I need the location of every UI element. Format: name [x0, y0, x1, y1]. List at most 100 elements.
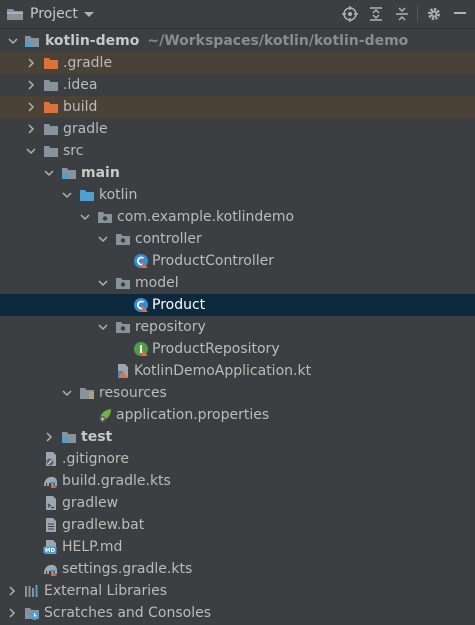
tree-item-label: HELP.md [62, 539, 123, 555]
kotlin-interface-icon [134, 342, 148, 356]
chevron-right-icon[interactable] [6, 585, 18, 597]
chevron-down-icon[interactable] [97, 277, 109, 289]
source-folder-icon [80, 190, 94, 201]
header-separator [417, 6, 418, 22]
tree-item-src[interactable]: src [0, 140, 475, 162]
tree-item-gradlew[interactable]: gradlew [0, 492, 475, 514]
tree-item-label: settings.gradle.kts [62, 561, 193, 577]
package-icon [116, 322, 130, 333]
tree-item-repository[interactable]: repository [0, 316, 475, 338]
tree-item-label: test [81, 429, 113, 445]
tree-item-gradle[interactable]: gradle [0, 118, 475, 140]
chevron-down-icon[interactable] [25, 145, 37, 157]
collapse-all-icon[interactable] [394, 6, 410, 22]
tree-item-label: application.properties [116, 407, 270, 423]
tree-item-build-gradle-kts[interactable]: build.gradle.kts [0, 470, 475, 492]
tree-item-label: .idea [63, 77, 98, 93]
module-folder-icon [62, 168, 76, 179]
gradle-kotlin-script-icon [44, 476, 57, 488]
project-view-selector[interactable]: Project [6, 4, 94, 24]
tree-item-help-md[interactable]: MD HELP.md [0, 536, 475, 558]
tree-item-label: resources [99, 385, 167, 401]
expand-all-icon[interactable] [368, 6, 384, 22]
tree-item-test[interactable]: test [0, 426, 475, 448]
tree-item-kotlin-demo[interactable]: kotlin-demo ~/Workspaces/kotlin/kotlin-de… [0, 30, 475, 52]
tree-item-kotlin-demo-application[interactable]: KotlinDemoApplication.kt [0, 360, 475, 382]
kotlin-file-icon [118, 364, 128, 378]
project-icon [7, 9, 23, 20]
tree-item-label: ProductController [152, 253, 275, 269]
chevron-down-icon[interactable] [79, 211, 91, 223]
package-icon [98, 212, 112, 223]
tree-item-label: build.gradle.kts [62, 473, 171, 489]
svg-text:MD: MD [45, 548, 55, 554]
tree-item-external-libraries[interactable]: External Libraries [0, 580, 475, 602]
kotlin-class-icon [134, 254, 148, 268]
tree-item-label: gradlew [62, 495, 119, 511]
tree-item-settings-gradle-kts[interactable]: settings.gradle.kts [0, 558, 475, 580]
tree-item-application-properties[interactable]: application.properties [0, 404, 475, 426]
chevron-down-icon[interactable] [7, 35, 19, 47]
chevron-right-icon[interactable] [6, 607, 18, 619]
tree-item-gitignore[interactable]: .gitignore [0, 448, 475, 470]
tree-item-product[interactable]: Product [0, 294, 475, 316]
tree-item-label: gradlew.bat [62, 517, 145, 533]
tree-item-kotlin[interactable]: kotlin [0, 184, 475, 206]
chevron-down-icon [83, 11, 94, 17]
tree-item-idea[interactable]: .idea [0, 74, 475, 96]
tree-item-product-repository[interactable]: ProductRepository [0, 338, 475, 360]
resources-folder-icon [80, 388, 94, 399]
chevron-right-icon[interactable] [25, 123, 37, 135]
project-view-title: Project [30, 6, 78, 22]
chevron-down-icon[interactable] [43, 167, 55, 179]
tree-item-label: kotlin [99, 187, 138, 203]
folder-icon [44, 124, 58, 135]
libraries-icon [25, 585, 38, 597]
tree-item-model[interactable]: model [0, 272, 475, 294]
tree-item-gradlew-bat[interactable]: gradlew.bat [0, 514, 475, 536]
tree-item-package[interactable]: com.example.kotlindemo [0, 206, 475, 228]
text-file-icon [46, 518, 56, 532]
tree-item-product-controller[interactable]: ProductController [0, 250, 475, 272]
chevron-down-icon[interactable] [61, 189, 73, 201]
kotlin-class-icon [134, 298, 148, 312]
chevron-down-icon[interactable] [97, 233, 109, 245]
chevron-right-icon[interactable] [25, 57, 37, 69]
tree-item-scratches-and-consoles[interactable]: Scratches and Consoles [0, 602, 475, 624]
hide-panel-icon[interactable] [452, 6, 468, 22]
tree-item-build[interactable]: build [0, 96, 475, 118]
tree-item-label: KotlinDemoApplication.kt [134, 363, 312, 379]
tree-item-label: gradle [63, 121, 108, 137]
gear-icon[interactable] [426, 6, 442, 22]
project-tool-window-header: Project [0, 0, 475, 29]
chevron-right-icon[interactable] [43, 431, 55, 443]
tree-item-label: main [81, 165, 120, 181]
scratches-icon [25, 608, 39, 620]
tree-item-label: .gitignore [62, 451, 129, 467]
chevron-right-icon[interactable] [25, 101, 37, 113]
module-folder-icon [62, 432, 76, 443]
shell-script-icon [46, 496, 56, 510]
package-icon [116, 234, 130, 245]
tree-item-label: Product [152, 297, 206, 313]
tree-item-label: .gradle [63, 55, 113, 71]
tree-item-label: build [63, 99, 98, 115]
tree-item-resources[interactable]: resources [0, 382, 475, 404]
tree-item-label: External Libraries [44, 583, 167, 599]
module-folder-icon [25, 36, 39, 47]
tree-item-label: com.example.kotlindemo [117, 209, 295, 225]
excluded-folder-icon [44, 58, 58, 69]
ignore-file-icon [46, 452, 56, 466]
markdown-file-icon: MD [43, 540, 57, 554]
tree-item-dot-gradle[interactable]: .gradle [0, 52, 475, 74]
chevron-down-icon[interactable] [61, 387, 73, 399]
tree-item-controller[interactable]: controller [0, 228, 475, 250]
locate-target-icon[interactable] [342, 6, 358, 22]
tree-item-label: ProductRepository [152, 341, 280, 357]
tree-item-label: repository [135, 319, 206, 335]
tree-item-label: controller [135, 231, 202, 247]
chevron-down-icon[interactable] [97, 321, 109, 333]
folder-icon [44, 146, 58, 157]
chevron-right-icon[interactable] [25, 79, 37, 91]
tree-item-main[interactable]: main [0, 162, 475, 184]
